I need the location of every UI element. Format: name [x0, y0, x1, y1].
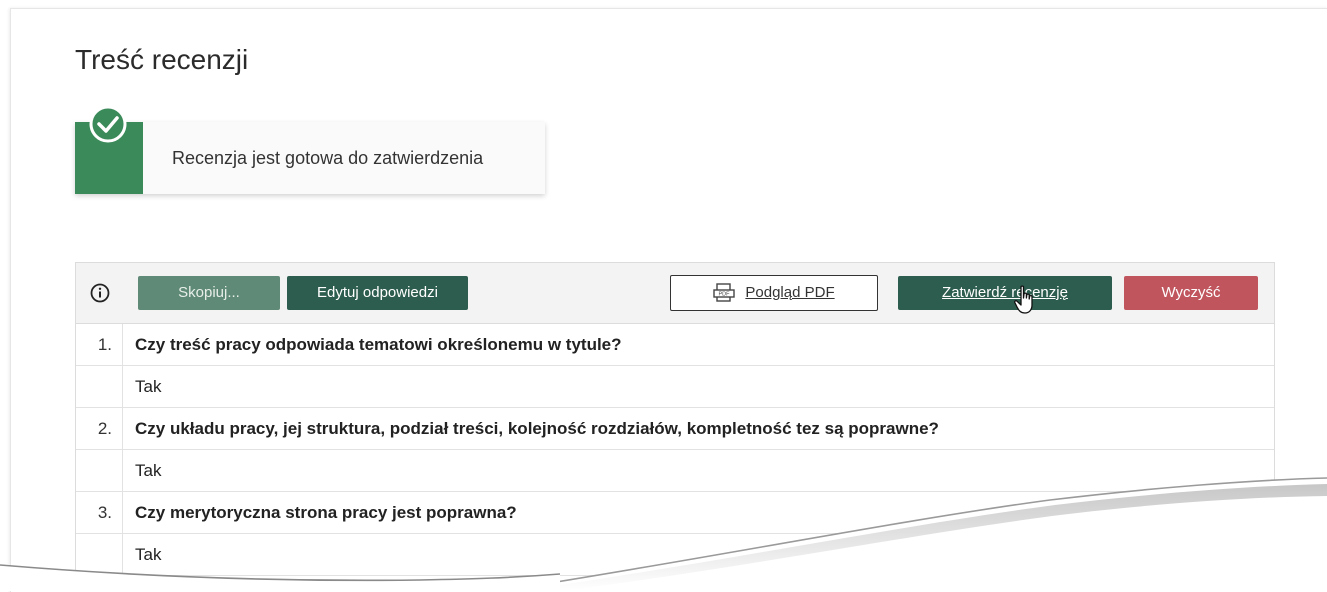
question-text: Czy merytoryczna strona pracy jest popra…	[135, 503, 517, 522]
check-circle-icon	[89, 105, 127, 143]
svg-text:PDF: PDF	[719, 292, 731, 298]
answer-row: Tak	[76, 366, 1274, 408]
edit-answers-button[interactable]: Edytuj odpowiedzi	[287, 276, 468, 310]
hand-cursor-icon	[1014, 285, 1033, 314]
review-toolbar: Skopiuj... Edytuj odpowiedzi PDF Podgląd…	[76, 263, 1274, 324]
pdf-icon: PDF	[713, 283, 736, 302]
confirm-review-button[interactable]: Zatwierdź recenzję	[898, 276, 1112, 310]
answer-text: Tak	[135, 461, 162, 480]
alert-message: Recenzja jest gotowa do zatwierdzenia	[172, 148, 484, 168]
answer-text: Tak	[135, 377, 162, 396]
status-alert: Recenzja jest gotowa do zatwierdzenia	[75, 122, 545, 194]
question-number: 1.	[76, 324, 123, 365]
clear-button[interactable]: Wyczyść	[1124, 276, 1258, 310]
question-row: 1. Czy treść pracy odpowiada tematowi ok…	[76, 324, 1274, 366]
question-text: Czy układu pracy, jej struktura, podział…	[135, 419, 939, 438]
answer-row: Tak	[76, 534, 1274, 576]
question-row: 2. Czy układu pracy, jej struktura, podz…	[76, 408, 1274, 450]
answer-number-cell	[76, 366, 123, 407]
pdf-preview-button[interactable]: PDF Podgląd PDF	[670, 275, 878, 311]
question-number: 3.	[76, 492, 123, 533]
answer-number-cell	[76, 534, 123, 575]
answer-row: Tak	[76, 450, 1274, 492]
confirm-review-label: Zatwierdź recenzję	[942, 284, 1068, 301]
question-text: Czy treść pracy odpowiada tematowi okreś…	[135, 335, 622, 354]
copy-button[interactable]: Skopiuj...	[138, 276, 280, 310]
review-table: Skopiuj... Edytuj odpowiedzi PDF Podgląd…	[75, 262, 1275, 576]
info-icon[interactable]	[90, 283, 110, 303]
question-number: 2.	[76, 408, 123, 449]
answer-number-cell	[76, 450, 123, 491]
pdf-preview-label: Podgląd PDF	[745, 284, 835, 301]
page-title: Treść recenzji	[75, 44, 249, 75]
question-row: 3. Czy merytoryczna strona pracy jest po…	[76, 492, 1274, 534]
answer-text: Tak	[135, 545, 162, 564]
